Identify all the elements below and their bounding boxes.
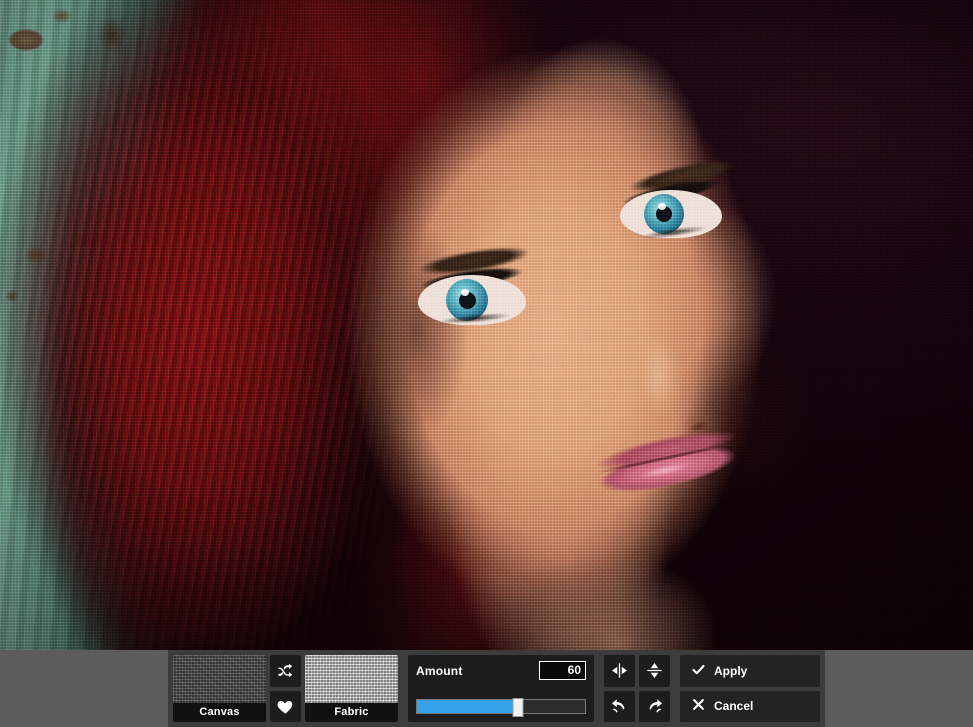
redo-button[interactable] [639, 690, 670, 722]
favorite-button[interactable] [270, 690, 301, 722]
texture-tool-column [270, 655, 301, 722]
flip-vertical-button[interactable] [639, 655, 670, 687]
flip-horizontal-icon [610, 661, 629, 680]
texture-thumb-canvas[interactable]: Canvas [173, 655, 266, 722]
amount-panel: Amount 60 [408, 655, 594, 722]
photo-vignette [0, 0, 973, 650]
check-icon [691, 662, 706, 680]
toolbar-panel: Canvas Fabric Amount 60 Apply Cancel [168, 650, 825, 727]
heart-icon [276, 697, 295, 716]
photo-canvas[interactable] [0, 0, 973, 650]
amount-slider-fill [417, 700, 518, 713]
cancel-button[interactable]: Cancel [680, 690, 820, 722]
amount-slider-handle[interactable] [512, 698, 524, 717]
shuffle-button[interactable] [270, 655, 301, 687]
texture-label-fabric: Fabric [305, 703, 398, 722]
undo-button[interactable] [604, 690, 635, 722]
apply-button[interactable]: Apply [680, 655, 820, 687]
texture-thumb-fabric[interactable]: Fabric [305, 655, 398, 722]
amount-value-input[interactable]: 60 [539, 661, 586, 680]
transform-group [599, 650, 675, 727]
texture-label-canvas: Canvas [173, 703, 266, 722]
amount-row: Amount 60 [416, 661, 586, 680]
flip-vertical-redo-column [639, 655, 670, 722]
close-icon [691, 697, 706, 715]
undo-icon [610, 697, 629, 716]
amount-label: Amount [416, 663, 463, 678]
action-group: Apply Cancel [675, 650, 825, 727]
flip-horizontal-button[interactable] [604, 655, 635, 687]
amount-group: Amount 60 [403, 650, 599, 727]
bottom-toolbar: Canvas Fabric Amount 60 Apply Cancel [0, 650, 973, 727]
shuffle-icon [276, 661, 295, 680]
apply-button-label: Apply [714, 663, 748, 678]
flip-vertical-icon [645, 661, 664, 680]
redo-icon [645, 697, 664, 716]
flip-horizontal-undo-column [604, 655, 635, 722]
amount-slider-track[interactable] [416, 698, 586, 717]
photo-editor-app: Canvas Fabric Amount 60 Apply Cancel [0, 0, 973, 727]
cancel-button-label: Cancel [714, 699, 754, 714]
texture-group: Canvas Fabric [168, 650, 403, 727]
